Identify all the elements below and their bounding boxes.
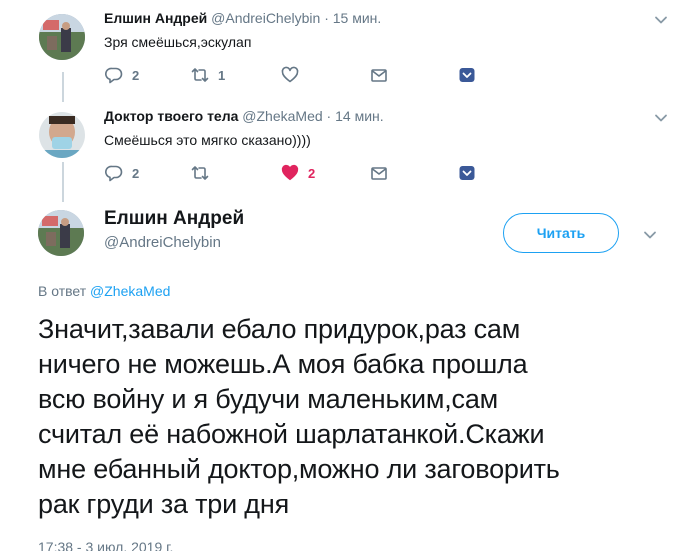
tweet-text-line: всю войну и я будучи маленьким,сам	[38, 384, 498, 414]
retweet-icon	[191, 68, 209, 82]
reply-prefix: В ответ	[38, 283, 87, 299]
tweet-text: Смеёшься это мягко сказано))))	[104, 132, 311, 148]
avatar-image	[39, 14, 85, 60]
tweet-text-line: Значит,завали ебало придурок,раз сам	[38, 314, 521, 344]
heart-icon	[281, 66, 299, 83]
author-line: Елшин Андрей @AndreiChelybin · 15 мин.	[104, 9, 381, 27]
envelope-icon	[371, 167, 387, 180]
tweet-actions: 2 2	[104, 162, 484, 184]
reply-count: 2	[132, 165, 140, 181]
reply-button[interactable]: 2	[104, 162, 139, 184]
reply-context: В ответ @ZhekaMed	[38, 283, 170, 299]
retweet-count: 1	[218, 67, 226, 83]
chevron-down-icon	[644, 231, 656, 239]
reply-count: 2	[132, 67, 140, 83]
tweet-text-line: рак груди за три дня	[38, 489, 289, 519]
main-user-handle[interactable]: @AndreiChelybin	[104, 234, 221, 251]
main-display-name[interactable]: Елшин Андрей	[104, 208, 244, 230]
chevron-down-icon	[655, 16, 667, 24]
tweet-menu-button[interactable]	[651, 10, 671, 30]
tweet-time[interactable]: 14 мин.	[335, 108, 384, 124]
like-count: 2	[308, 165, 316, 181]
reply-button[interactable]: 2	[104, 64, 139, 86]
chevron-down-icon	[655, 114, 667, 122]
tweet-text-line: ничего не можешь.А моя бабка прошла	[38, 349, 528, 379]
main-avatar[interactable]	[38, 210, 84, 256]
user-handle[interactable]: @ZhekaMed	[242, 108, 322, 124]
share-down-icon	[459, 166, 475, 180]
tweet-menu-button[interactable]	[651, 108, 671, 128]
reply-icon	[105, 67, 123, 84]
bookmark-button[interactable]	[457, 64, 477, 86]
envelope-icon	[371, 69, 387, 82]
avatar[interactable]	[39, 14, 85, 60]
reply-tweet-1[interactable]: Елшин Андрей @AndreiChelybin · 15 мин. З…	[0, 0, 700, 100]
reply-tweet-2[interactable]: Доктор твоего тела @ZhekaMed · 14 мин. С…	[0, 100, 700, 200]
like-button[interactable]	[280, 64, 308, 86]
dm-button[interactable]	[369, 162, 389, 184]
bookmark-button[interactable]	[457, 162, 477, 184]
follow-button[interactable]: Читать	[503, 213, 619, 253]
author-line: Доктор твоего тела @ZhekaMed · 14 мин.	[104, 107, 384, 125]
retweet-button[interactable]	[190, 162, 218, 184]
share-down-icon	[459, 68, 475, 82]
avatar-image	[38, 210, 84, 256]
like-button[interactable]: 2	[280, 162, 315, 184]
reply-icon	[105, 165, 123, 182]
retweet-button[interactable]: 1	[190, 64, 225, 86]
display-name[interactable]: Елшин Андрей	[104, 10, 207, 26]
user-handle[interactable]: @AndreiChelybin	[211, 10, 320, 26]
avatar-image	[39, 112, 85, 158]
tweet-time[interactable]: 15 мин.	[333, 10, 382, 26]
tweet-timestamp[interactable]: 17:38 - 3 июл. 2019 г.	[38, 539, 173, 551]
tweet-text: Зря смеёшься,эскулап	[104, 34, 252, 50]
separator: ·	[326, 108, 332, 124]
heart-filled-icon	[281, 164, 299, 181]
avatar[interactable]	[39, 112, 85, 158]
tweet-text-line: мне ебанный доктор,можно ли заговорить	[38, 454, 560, 484]
reply-mention-link[interactable]: @ZhekaMed	[90, 283, 170, 299]
tweet-actions: 2 1	[104, 64, 484, 86]
main-tweet-text: Значит,завали ебало придурок,раз сам нич…	[38, 312, 688, 522]
display-name[interactable]: Доктор твоего тела	[104, 108, 238, 124]
retweet-icon	[191, 166, 209, 180]
tweet-menu-button[interactable]	[640, 225, 660, 245]
tweet-text-line: считал её набожной шарлатанкой.Скажи	[38, 419, 545, 449]
dm-button[interactable]	[369, 64, 389, 86]
separator: ·	[324, 10, 329, 26]
